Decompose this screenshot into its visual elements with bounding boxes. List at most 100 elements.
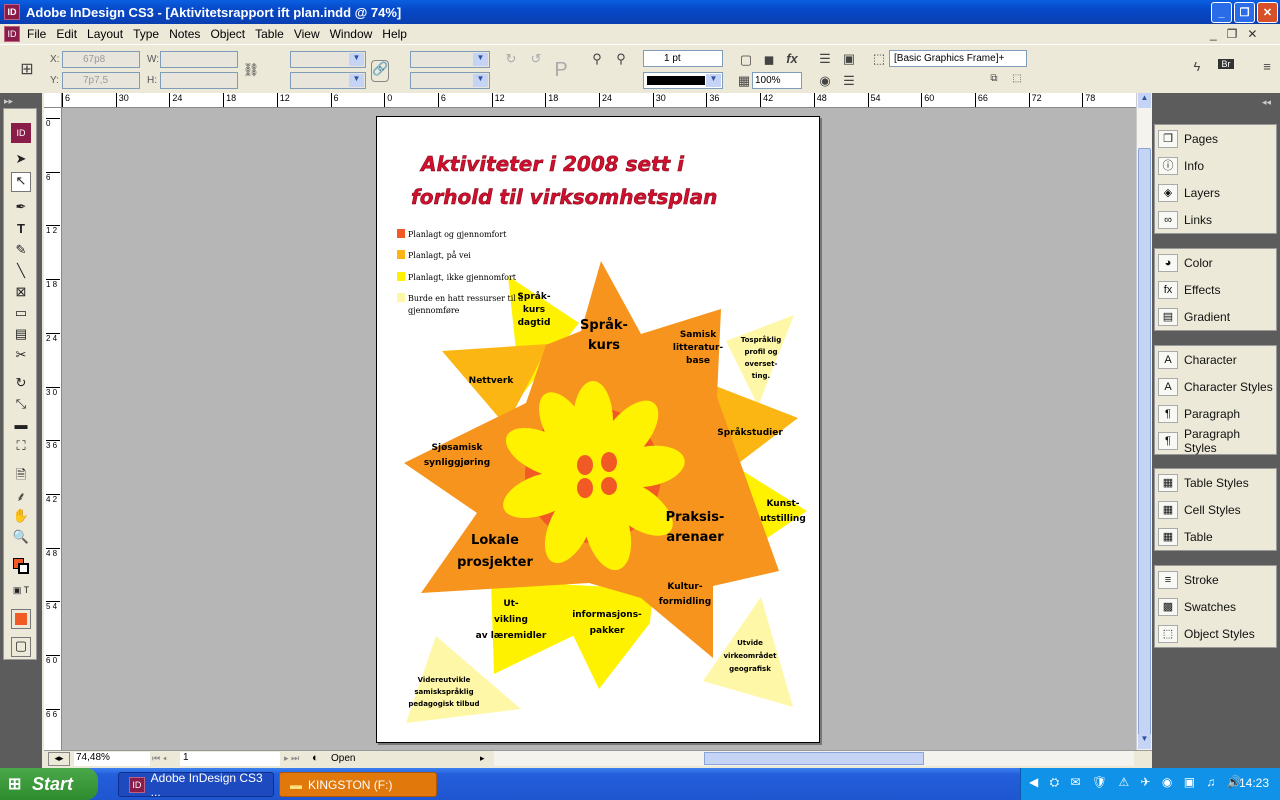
h-field[interactable] (160, 72, 238, 89)
menu-help[interactable]: Help (377, 27, 412, 41)
line-tool-icon[interactable]: ╲ (11, 263, 31, 283)
x-field[interactable]: 67p8 (62, 51, 140, 68)
scroll-up-button[interactable]: ▲ (1138, 93, 1151, 108)
constrain-icon[interactable]: ⛓ (242, 62, 260, 78)
scale-tool-icon[interactable]: ⤡ (11, 396, 31, 416)
stroke-type-dropdown[interactable]: ▼ (643, 72, 723, 89)
horizontal-scrollbar[interactable] (494, 751, 1134, 766)
button-tool-icon[interactable]: ▤ (11, 326, 31, 346)
next-last-page-icons[interactable]: ▸ ⏭ (284, 753, 299, 764)
stroke-weight-field[interactable]: 1 pt (643, 50, 723, 67)
task-indesign[interactable]: ID Adobe InDesign CS3 ... (118, 771, 274, 799)
zoom-tool-icon[interactable]: 🔍 (11, 529, 31, 549)
shear-field[interactable]: ▼ (410, 72, 490, 89)
page-field[interactable]: 1 (180, 752, 280, 766)
menu-layout[interactable]: Layout (82, 27, 128, 41)
scissors-tool-icon[interactable]: ✂ (11, 347, 31, 367)
wrap-shape-icon[interactable]: ◉ (816, 73, 834, 89)
panel-character-styles[interactable]: A Character Styles (1155, 373, 1276, 400)
rotate-ccw-icon[interactable]: ↺ (527, 51, 545, 67)
panel-menu-icon[interactable]: ≡ (1258, 59, 1276, 74)
panel-object-styles[interactable]: ⬚ Object Styles (1155, 620, 1276, 647)
scroll-thumb[interactable] (1138, 148, 1151, 748)
reference-point-icon[interactable]: ⊞ (18, 59, 36, 79)
zoom-field[interactable]: 74,48% (74, 752, 150, 766)
panel-character[interactable]: A Character (1155, 346, 1276, 373)
menu-edit[interactable]: Edit (51, 27, 82, 41)
opacity-field[interactable]: 100% (752, 72, 802, 89)
w-field[interactable] (160, 51, 238, 68)
drop-shadow-icon[interactable]: ◼ (760, 52, 778, 68)
bridge-icon[interactable]: Br (1218, 59, 1234, 69)
direct-selection-tool-icon[interactable]: ↖ (11, 172, 31, 192)
doc-window-controls[interactable]: _ ❐ ✕ (1210, 27, 1258, 41)
fill-stroke-icon[interactable] (11, 556, 31, 576)
minimize-button[interactable]: _ (1211, 2, 1232, 23)
vertical-scrollbar[interactable]: ▲ ▼ (1136, 93, 1152, 750)
eyedropper-tool-icon[interactable]: ⸙ (11, 487, 31, 507)
scale-y-field[interactable]: ▼ (290, 72, 366, 89)
panel-effects[interactable]: fx Effects (1155, 276, 1276, 303)
link-proportions-icon[interactable]: 🔗 (371, 60, 389, 82)
pencil-tool-icon[interactable]: ✎ (11, 242, 31, 262)
panel-table-styles[interactable]: ▦ Table Styles (1155, 469, 1276, 496)
select-container-icon[interactable]: ⚲ (588, 51, 606, 67)
select-previous-icon[interactable]: ⚲ (612, 51, 630, 67)
effects-icon[interactable]: fx (783, 51, 801, 66)
toggle-icon[interactable]: ◂▸ (48, 752, 70, 766)
object-style-dropdown[interactable]: [Basic Graphics Frame]+ (889, 50, 1027, 67)
wrap-bounding-icon[interactable]: ▣ (840, 51, 858, 67)
panel-gradient[interactable]: ▤ Gradient (1155, 303, 1276, 330)
menu-table[interactable]: Table (250, 27, 289, 41)
collapse-dock-icon[interactable]: ◂◂ (1262, 97, 1271, 108)
lightning-icon[interactable]: ϟ (1188, 59, 1206, 74)
y-field[interactable]: 7p7,5 (62, 72, 140, 89)
ruler-origin[interactable] (44, 93, 62, 108)
menu-type[interactable]: Type (128, 27, 164, 41)
panel-cell-styles[interactable]: ▦ Cell Styles (1155, 496, 1276, 523)
maximize-button[interactable]: ❐ (1234, 2, 1255, 23)
panel-info[interactable]: ⓘ Info (1155, 152, 1276, 179)
rectangle-tool-icon[interactable]: ▭ (11, 305, 31, 325)
start-button[interactable]: ⊞ Start (0, 768, 98, 800)
menu-object[interactable]: Object (205, 27, 250, 41)
tray-icons[interactable]: ◀ ⛭ ✉ 🛡 ⚠ ✈ ◉ ▣ ♫ 🔊 (1029, 775, 1246, 790)
menu-file[interactable]: File (22, 27, 51, 41)
scroll-down-button[interactable]: ▼ (1138, 734, 1151, 749)
apply-color-icon[interactable] (11, 609, 31, 629)
menu-window[interactable]: Window (325, 27, 378, 41)
task-kingston[interactable]: ▬ KINGSTON (F:) (279, 772, 437, 797)
fill-frame-icon[interactable]: ▢ (737, 52, 755, 68)
panel-stroke[interactable]: ≡ Stroke (1155, 566, 1276, 593)
gradient-tool-icon[interactable]: ▬ (11, 417, 31, 437)
first-prev-page-icons[interactable]: ⏮ ◂ (152, 753, 167, 764)
type-tool-icon[interactable]: T (11, 221, 31, 241)
normal-view-icon[interactable]: ▢ (11, 637, 31, 657)
rectangle-frame-tool-icon[interactable]: ⊠ (11, 284, 31, 304)
expand-dock-icon[interactable]: ▸▸ (4, 96, 13, 107)
rotate-tool-icon[interactable]: ↻ (11, 375, 31, 395)
panel-links[interactable]: ∞ Links (1155, 206, 1276, 233)
note-tool-icon[interactable]: 🗎 (11, 466, 31, 486)
text-wrap-none-icon[interactable]: ☰ (816, 51, 834, 67)
panel-table[interactable]: ▦ Table (1155, 523, 1276, 550)
panel-swatches[interactable]: ▩ Swatches (1155, 593, 1276, 620)
horizontal-ruler[interactable]: 63024181260612182430364248546066727884 (62, 93, 1136, 108)
document-page[interactable]: Aktiviteter i 2008 sett i forhold til vi… (376, 116, 820, 743)
menu-view[interactable]: View (289, 27, 325, 41)
panel-pages[interactable]: ❐ Pages (1155, 125, 1276, 152)
rotation-field[interactable]: ▼ (410, 51, 490, 68)
new-style-icon[interactable]: ⬚ (1008, 73, 1026, 84)
panel-layers[interactable]: ◈ Layers (1155, 179, 1276, 206)
free-transform-tool-icon[interactable]: ⛶ (11, 438, 31, 458)
formatting-container-icon[interactable]: ▣ T (11, 585, 31, 605)
status-menu-icon[interactable]: ▸ (480, 753, 485, 764)
wrap-jump-icon[interactable]: ☰ (840, 73, 858, 89)
panel-paragraph-styles[interactable]: ¶ Paragraph Styles (1155, 427, 1276, 455)
selection-tool-icon[interactable]: ➤ (11, 151, 31, 171)
close-button[interactable]: ✕ (1257, 2, 1278, 23)
panel-color[interactable]: ◕ Color (1155, 249, 1276, 276)
pen-tool-icon[interactable]: ✒ (11, 199, 31, 219)
vertical-ruler[interactable]: 0 6 1 2 1 8 2 4 3 0 3 6 4 2 4 8 5 4 6 0 6 6 (44, 108, 62, 750)
hand-tool-icon[interactable]: ✋ (11, 508, 31, 528)
